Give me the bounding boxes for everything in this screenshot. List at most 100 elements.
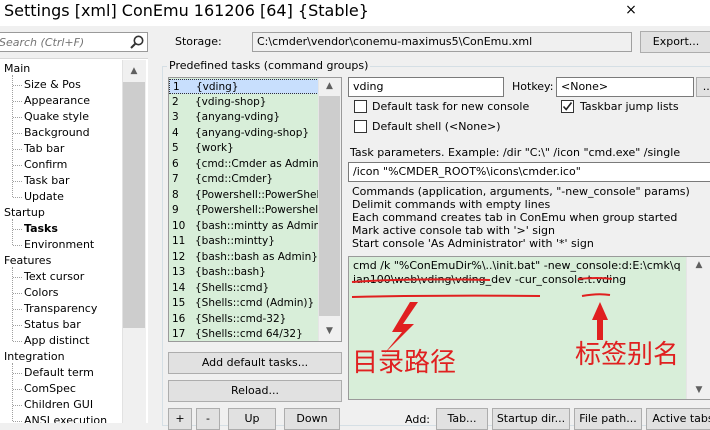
- taskbar-jump-label: Taskbar jump lists: [580, 100, 679, 113]
- task-list-item[interactable]: 12 {bash::bash as Admin}: [169, 250, 341, 265]
- task-list-item[interactable]: 9 {Powershell::Powershell}: [169, 203, 341, 218]
- commands-desc-line: Each command creates tab in ConEmu when …: [352, 211, 678, 224]
- task-list-item[interactable]: 2 {vding-shop}: [169, 95, 341, 110]
- active-tabs-button[interactable]: Active tabs: [646, 408, 710, 430]
- hotkey-label: Hotkey:: [512, 80, 554, 93]
- tree-item[interactable]: Children GUI: [24, 397, 93, 413]
- tree-item[interactable]: Size & Pos: [24, 77, 81, 93]
- add-tab-button[interactable]: Tab...: [436, 408, 488, 430]
- hotkey-field[interactable]: <None>: [556, 77, 694, 97]
- task-list-item[interactable]: 11 {bash::mintty}: [169, 234, 341, 249]
- hotkey-more-button[interactable]: ...: [696, 77, 710, 97]
- remove-task-button[interactable]: -: [196, 408, 220, 430]
- task-list-item[interactable]: 17 {Shells::cmd 64/32}: [169, 327, 341, 341]
- move-up-button[interactable]: Up: [228, 408, 276, 430]
- tree-item[interactable]: Quake style: [24, 109, 89, 125]
- task-params-label: Task parameters. Example: /dir "C:\" /ic…: [350, 146, 681, 159]
- tree-item[interactable]: Appearance: [24, 93, 90, 109]
- tree-item[interactable]: Status bar: [24, 317, 81, 333]
- task-params-input[interactable]: /icon "%CMDER_ROOT%\icons\cmder.ico": [348, 162, 710, 182]
- chevron-up-icon[interactable]: ▲: [319, 78, 340, 95]
- task-number: 10: [172, 220, 186, 232]
- reload-button[interactable]: Reload...: [168, 380, 342, 402]
- task-name: {work}: [195, 142, 234, 154]
- chevron-up-icon[interactable]: ▲: [123, 62, 145, 80]
- tree-item[interactable]: Text cursor: [24, 269, 84, 285]
- default-task-checkbox[interactable]: [354, 100, 367, 113]
- chevron-down-icon[interactable]: ▼: [319, 323, 340, 340]
- task-name: {vding-shop}: [195, 96, 267, 108]
- startup-dir-button[interactable]: Startup dir...: [492, 408, 570, 430]
- task-list-item[interactable]: 8 {Powershell::PowerShell: [169, 188, 341, 203]
- task-list-scrollbar-thumb[interactable]: [319, 96, 340, 316]
- tree-item[interactable]: Default term: [24, 365, 94, 381]
- alias-annotation: 标签别名: [575, 340, 680, 370]
- path-annotation: 目录路径: [352, 348, 457, 378]
- add-task-button[interactable]: +: [168, 408, 192, 430]
- task-list-item[interactable]: 15 {Shells::cmd (Admin)}: [169, 296, 341, 311]
- chevron-down-icon[interactable]: ▼: [687, 382, 710, 399]
- task-list-item[interactable]: 5 {work}: [169, 141, 341, 156]
- task-list-item[interactable]: 1 {vding}: [169, 79, 341, 94]
- commands-desc-line: Mark active console tab with '>' sign: [352, 224, 555, 237]
- tree-item[interactable]: Tasks: [24, 221, 58, 237]
- tree-scrollbar-thumb[interactable]: [123, 82, 145, 328]
- add-default-tasks-button[interactable]: Add default tasks...: [168, 352, 342, 374]
- storage-label: Storage:: [175, 35, 222, 48]
- close-button[interactable]: ×: [620, 1, 642, 21]
- tree-item[interactable]: Background: [24, 125, 90, 141]
- tree-item[interactable]: Colors: [24, 285, 58, 301]
- tree-item[interactable]: Environment: [24, 237, 94, 253]
- tree-connector: [13, 293, 22, 294]
- task-list-item[interactable]: 3 {anyang-vding}: [169, 110, 341, 125]
- tree-item[interactable]: Transparency: [24, 301, 97, 317]
- task-number: 1: [173, 81, 180, 93]
- task-list-item[interactable]: 13 {bash::bash}: [169, 265, 341, 280]
- task-name-input[interactable]: vding: [348, 77, 504, 97]
- search-input[interactable]: [0, 33, 123, 51]
- task-number: 11: [172, 235, 186, 247]
- tree-connector: [13, 341, 22, 342]
- tree-connector: [13, 181, 22, 182]
- default-shell-checkbox[interactable]: [354, 120, 367, 133]
- task-number: 15: [172, 297, 186, 309]
- file-path-button[interactable]: File path...: [574, 408, 642, 430]
- tree-connector: [13, 85, 22, 86]
- task-list-item[interactable]: 16 {Shells::cmd-32}: [169, 312, 341, 327]
- search-box[interactable]: [0, 32, 148, 52]
- tree-item[interactable]: ComSpec: [24, 381, 76, 397]
- search-icon[interactable]: [129, 34, 145, 50]
- tree-item[interactable]: Update: [24, 189, 64, 205]
- tree-connector: [13, 245, 22, 246]
- window-title: Settings [xml] ConEmu 161206 [64] {Stabl…: [4, 1, 369, 20]
- task-number: 12: [172, 251, 186, 263]
- taskbar-jump-checkbox[interactable]: [561, 100, 574, 113]
- task-list-item[interactable]: 14 {Shells::cmd}: [169, 281, 341, 296]
- tree-item[interactable]: ANSI execution: [24, 413, 107, 423]
- tree-connector: [13, 197, 22, 198]
- move-down-button[interactable]: Down: [284, 408, 340, 430]
- task-number: 13: [172, 266, 186, 278]
- task-name: {cmd::Cmder as Admin}: [195, 158, 326, 170]
- task-number: 9: [172, 204, 179, 216]
- tree-item[interactable]: App distinct: [24, 333, 89, 349]
- task-list-item[interactable]: 7 {cmd::Cmder}: [169, 172, 341, 187]
- task-list-item[interactable]: 6 {cmd::Cmder as Admin}: [169, 157, 341, 172]
- task-number: 6: [172, 158, 179, 170]
- title-bar: Settings [xml] ConEmu 161206 [64] {Stabl…: [0, 0, 710, 26]
- default-task-label: Default task for new console: [372, 100, 530, 113]
- tree-category[interactable]: Main: [4, 61, 30, 77]
- task-list-item[interactable]: 10 {bash::mintty as Admin}: [169, 219, 341, 234]
- tree-item[interactable]: Tab bar: [24, 141, 64, 157]
- tree-item[interactable]: Confirm: [24, 157, 67, 173]
- task-list[interactable]: 1 {vding} 2 {vding-shop} 3 {anyang-vding} 4 {an…: [168, 77, 342, 342]
- export-button[interactable]: Export...: [640, 31, 710, 53]
- tree-connector: [13, 101, 22, 102]
- tree-category[interactable]: Startup: [4, 205, 45, 221]
- tree-connector: [13, 421, 22, 422]
- task-list-item[interactable]: 4 {anyang-vding-shop}: [169, 126, 341, 141]
- tree-item[interactable]: Task bar: [24, 173, 69, 189]
- task-name: {cmd::Cmder}: [195, 173, 274, 185]
- tree-category[interactable]: Integration: [4, 349, 65, 365]
- path-underline: [351, 294, 541, 298]
